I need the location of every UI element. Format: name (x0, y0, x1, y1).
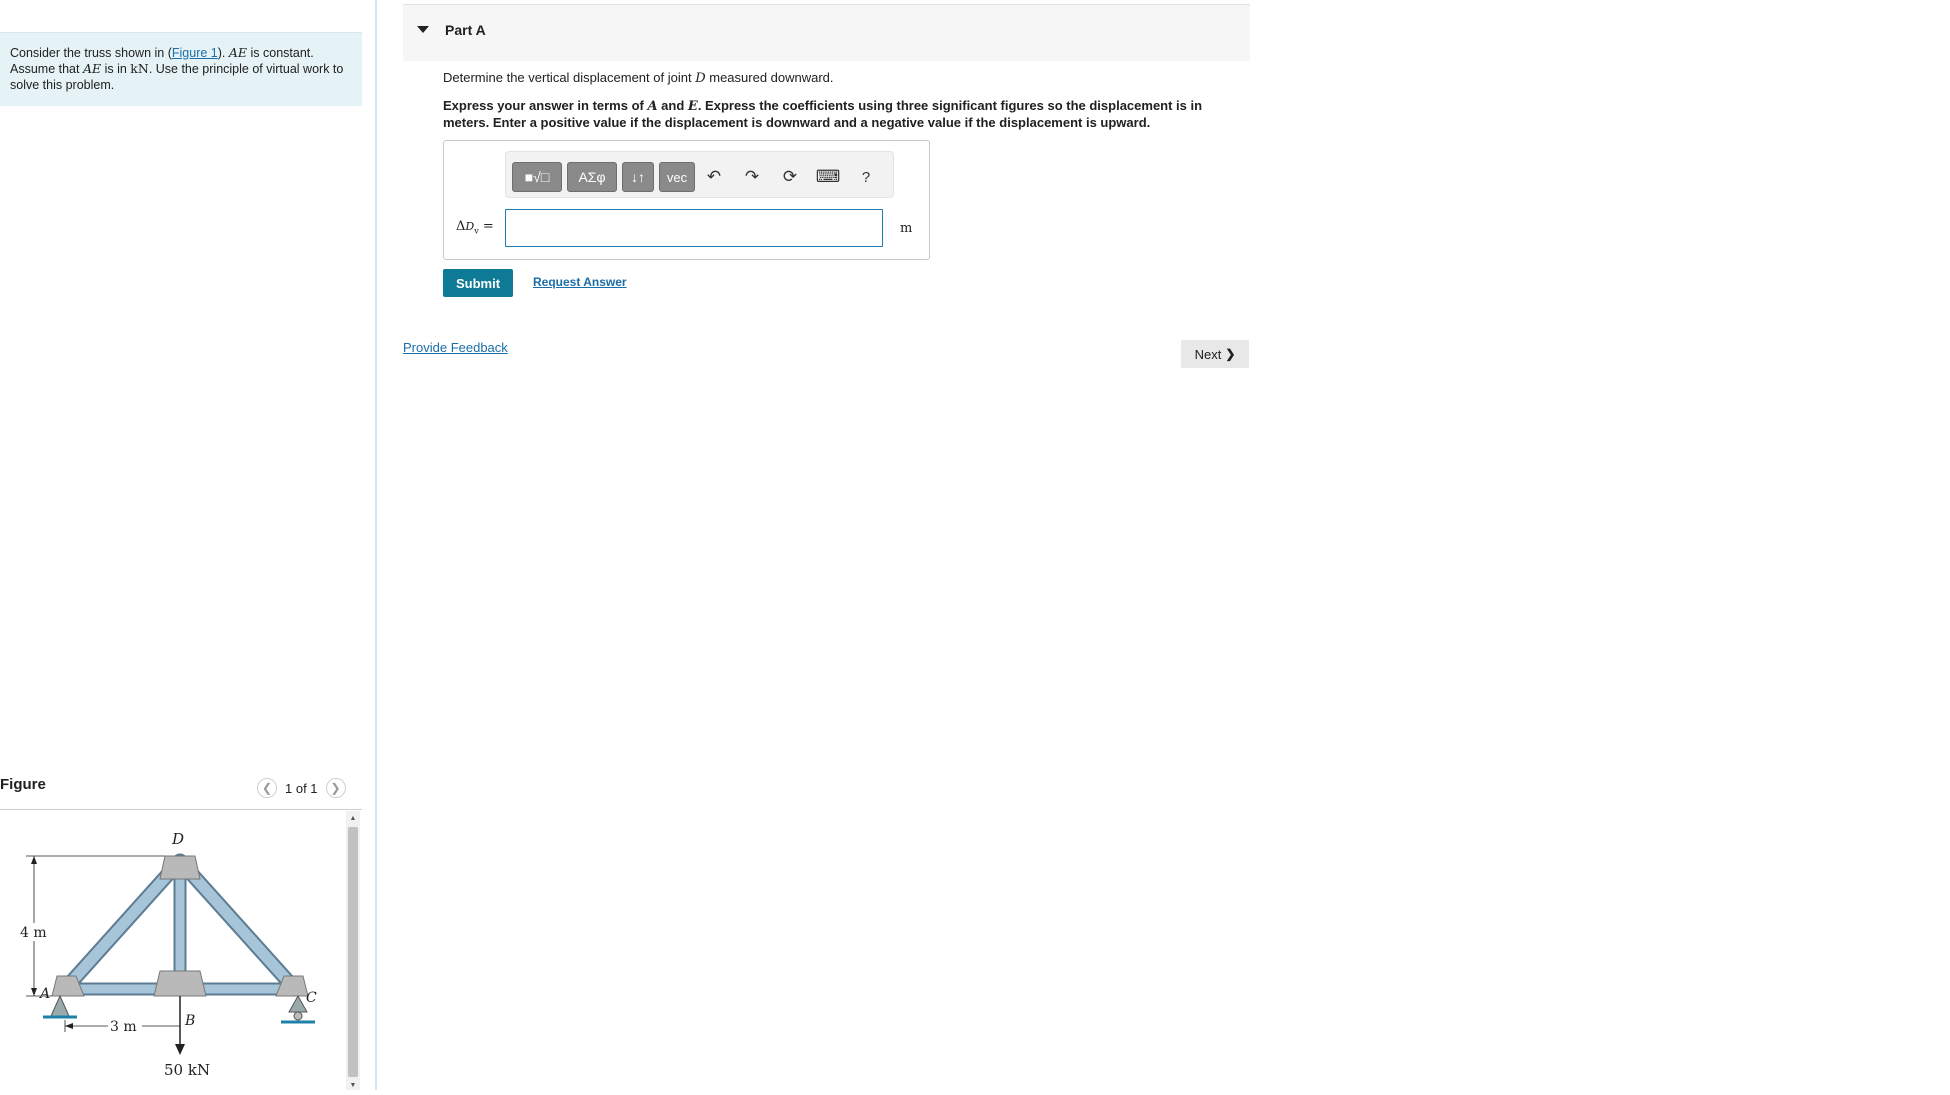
instruction-part: and (657, 98, 688, 113)
pin-support-a (50, 994, 70, 1017)
truss-diagram: D A B C 4 m 3 m 50 kN (20, 830, 317, 1079)
dimension-height-label: 4 m (20, 925, 47, 941)
load-arrowhead (175, 1044, 185, 1055)
unit-label: m (900, 221, 913, 236)
answer-variable-label: ΔDv = (456, 219, 494, 236)
dimension-span-label: 3 m (110, 1019, 137, 1035)
pane-divider[interactable] (375, 0, 377, 1090)
figure-divider (0, 809, 362, 810)
instruction-part: Express your answer in terms of (443, 98, 648, 113)
problem-text: Consider the truss shown in ( (10, 46, 172, 60)
redo-icon[interactable]: ↷ (741, 165, 763, 189)
problem-text: is in (101, 62, 131, 76)
help-icon[interactable]: ? (855, 165, 877, 189)
keyboard-icon[interactable]: ⌨ (816, 165, 841, 189)
arrows-button[interactable]: ↓↑ (622, 162, 654, 192)
var-subscript: v (474, 226, 479, 236)
reset-icon[interactable]: ⟳ (779, 165, 801, 189)
question-text: Determine the vertical displacement of j… (443, 70, 834, 86)
question-part: measured downward. (705, 70, 834, 85)
greek-symbols-button[interactable]: ΑΣφ (567, 162, 617, 192)
figure-link[interactable]: Figure 1 (172, 46, 218, 60)
scroll-up-icon[interactable]: ▲ (346, 813, 360, 825)
question-part: Determine the vertical displacement of j… (443, 70, 696, 85)
prev-figure-icon[interactable]: ❮ (257, 778, 277, 798)
math-ae: AE (82, 61, 102, 76)
templates-button[interactable]: ■√□ (512, 162, 562, 192)
math-ae: AE (228, 45, 248, 60)
equals-sign: = (482, 219, 494, 234)
request-answer-link[interactable]: Request Answer (533, 275, 627, 289)
figure-viewport: D A B C 4 m 3 m 50 kN (0, 811, 345, 1090)
chevron-right-icon: ❯ (1225, 347, 1236, 361)
next-button[interactable]: Next ❯ (1181, 340, 1249, 368)
math-d: D (695, 71, 706, 86)
next-label: Next (1194, 346, 1222, 362)
scroll-down-icon[interactable]: ▼ (346, 1080, 360, 1092)
vector-button[interactable]: vec (659, 162, 695, 192)
figure-heading: Figure (0, 776, 46, 793)
member-ad (59, 855, 186, 995)
figure-pager: ❮ 1 of 1 ❯ (257, 778, 346, 798)
figure-page-count: 1 of 1 (285, 780, 318, 796)
provide-feedback-link[interactable]: Provide Feedback (403, 340, 508, 355)
member-dc (174, 855, 301, 995)
problem-text: ). (217, 46, 229, 60)
math-e: E (687, 99, 698, 114)
math-a: A (647, 99, 658, 114)
part-a-header[interactable]: Part A (403, 4, 1250, 61)
label-b: B (184, 1013, 195, 1029)
arrowhead (31, 988, 37, 996)
label-c: C (306, 990, 317, 1006)
problem-statement: Consider the truss shown in (Figure 1). … (0, 32, 362, 106)
answer-box: ■√□ ΑΣφ ↓↑ vec ↶ ↷ ⟳ ⌨ ? ΔDv = m (443, 140, 930, 260)
label-a: A (38, 986, 50, 1002)
answer-instructions: Express your answer in terms of A and E.… (443, 98, 1243, 131)
part-title: Part A (445, 22, 486, 38)
roller-support-c (288, 994, 308, 1013)
next-figure-icon[interactable]: ❯ (325, 778, 346, 798)
arrowhead (65, 1023, 73, 1029)
submit-button[interactable]: Submit (443, 269, 513, 297)
answer-input[interactable] (505, 209, 883, 247)
math-kn: kN (130, 61, 149, 76)
left-pane: Consider the truss shown in (Figure 1). … (0, 0, 375, 1090)
roller-c (293, 1011, 303, 1021)
gusset-b (153, 970, 207, 997)
var-d: D (465, 220, 475, 233)
undo-icon[interactable]: ↶ (703, 165, 725, 189)
arrowhead (31, 856, 37, 864)
label-d: D (171, 830, 184, 848)
delta-symbol: Δ (456, 219, 466, 234)
collapse-caret-icon[interactable] (417, 26, 429, 33)
gusset-d (159, 855, 201, 880)
load-label: 50 kN (164, 1061, 210, 1079)
figure-scrollbar-thumb[interactable] (348, 827, 358, 1077)
math-toolbar: ■√□ ΑΣφ ↓↑ vec ↶ ↷ ⟳ ⌨ ? (505, 151, 894, 198)
